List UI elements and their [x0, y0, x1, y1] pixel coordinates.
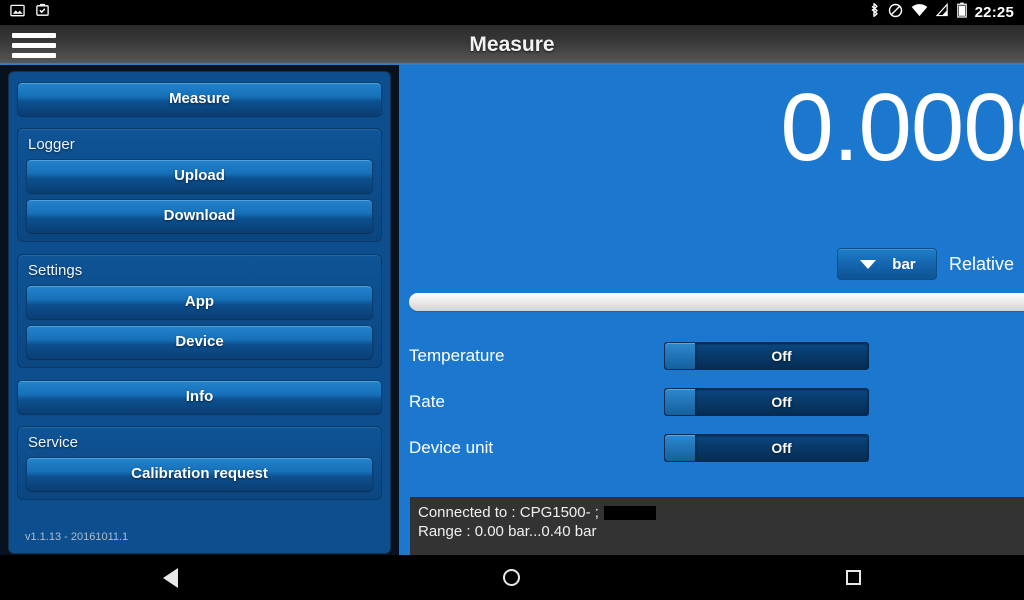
sidebar-item-calibration-request[interactable]: Calibration request [26, 457, 373, 491]
back-icon [163, 567, 179, 588]
sidebar: Measure Logger Upload Download Settings … [0, 65, 399, 555]
signal-icon [935, 2, 949, 22]
screenshot-icon [10, 3, 25, 23]
measurement-bargraph[interactable] [409, 293, 1024, 311]
redacted-serial-box [603, 505, 656, 520]
system-status-right-icons: 22:25 [869, 2, 1024, 23]
status-connected-line: Connected to : CPG1500- ; [418, 503, 1024, 522]
toggle-label-temperature: Temperature [409, 346, 505, 365]
android-navigation-bar [0, 555, 1024, 600]
home-icon [503, 569, 521, 586]
toggle-state-device-unit: Off [771, 440, 792, 456]
sidebar-group-service: Service Calibration request [17, 426, 382, 500]
app-title-bar: Measure [0, 25, 1024, 65]
wifi-icon [911, 3, 928, 22]
toggle-label-device-unit: Device unit [409, 438, 494, 457]
unit-label: bar [892, 255, 916, 273]
app-root: 22:25 Measure Measure Logger Upload Down… [0, 0, 1024, 600]
sidebar-group-settings: Settings App Device [17, 254, 382, 368]
nav-recents-button[interactable] [793, 570, 913, 585]
measure-panel: 0.0000 bar Relative Temperature Off [399, 65, 1024, 555]
toggle-switch-temperature[interactable]: Off [664, 342, 869, 370]
toggle-knob [665, 389, 695, 415]
sidebar-group-service-title: Service [28, 434, 79, 451]
system-clock: 22:25 [974, 4, 1014, 21]
chevron-down-icon [860, 259, 877, 269]
battery-icon [956, 2, 967, 23]
system-status-left-icons [0, 2, 50, 23]
toggle-list: Temperature Off Rate Off Device unit Off [409, 333, 1024, 471]
nav-back-button[interactable] [111, 567, 231, 588]
toggle-state-temperature: Off [771, 348, 792, 364]
sidebar-item-download[interactable]: Download [26, 199, 373, 233]
unit-row: bar Relative [836, 248, 1024, 280]
status-range-line: Range : 0.00 bar...0.40 bar [418, 523, 597, 541]
sidebar-item-upload[interactable]: Upload [26, 159, 373, 193]
toggle-knob [665, 343, 695, 369]
sidebar-item-device[interactable]: Device [26, 325, 373, 359]
do-not-disturb-icon [888, 3, 903, 23]
toggle-switch-rate[interactable]: Off [664, 388, 869, 416]
sidebar-group-logger-title: Logger [28, 136, 75, 153]
toggle-knob [665, 435, 695, 461]
toggle-row-device-unit: Device unit Off [409, 425, 1024, 471]
page-title: Measure [469, 33, 555, 56]
toggle-row-temperature: Temperature Off [409, 333, 1024, 379]
unit-select-button[interactable]: bar [836, 248, 937, 280]
relative-label: Relative [948, 253, 1014, 274]
sidebar-panel: Measure Logger Upload Download Settings … [8, 71, 391, 554]
connection-status-panel: Connected to : CPG1500- ; Range : 0.00 b… [407, 497, 1024, 555]
sidebar-group-settings-title: Settings [28, 262, 83, 279]
status-connected-text: Connected to : CPG1500- ; [418, 504, 599, 521]
sidebar-item-info[interactable]: Info [17, 380, 382, 414]
sidebar-item-measure[interactable]: Measure [17, 82, 382, 116]
system-status-bar: 22:25 [0, 0, 1024, 25]
sidebar-group-logger: Logger Upload Download [17, 128, 382, 242]
toggle-state-rate: Off [771, 394, 792, 410]
toggle-row-rate: Rate Off [409, 379, 1024, 425]
nav-home-button[interactable] [452, 569, 572, 586]
app-version-label: v1.1.13 - 20161011.1 [25, 531, 129, 543]
recents-icon [845, 570, 861, 585]
measurement-value: 0.0000 [780, 74, 1024, 181]
app-update-icon [35, 2, 50, 23]
hamburger-menu-icon[interactable] [12, 32, 58, 58]
bluetooth-icon [869, 2, 880, 23]
toggle-label-rate: Rate [409, 392, 445, 411]
sidebar-item-app[interactable]: App [26, 285, 373, 319]
toggle-switch-device-unit[interactable]: Off [664, 434, 869, 462]
content-area: Measure Logger Upload Download Settings … [0, 65, 1024, 555]
